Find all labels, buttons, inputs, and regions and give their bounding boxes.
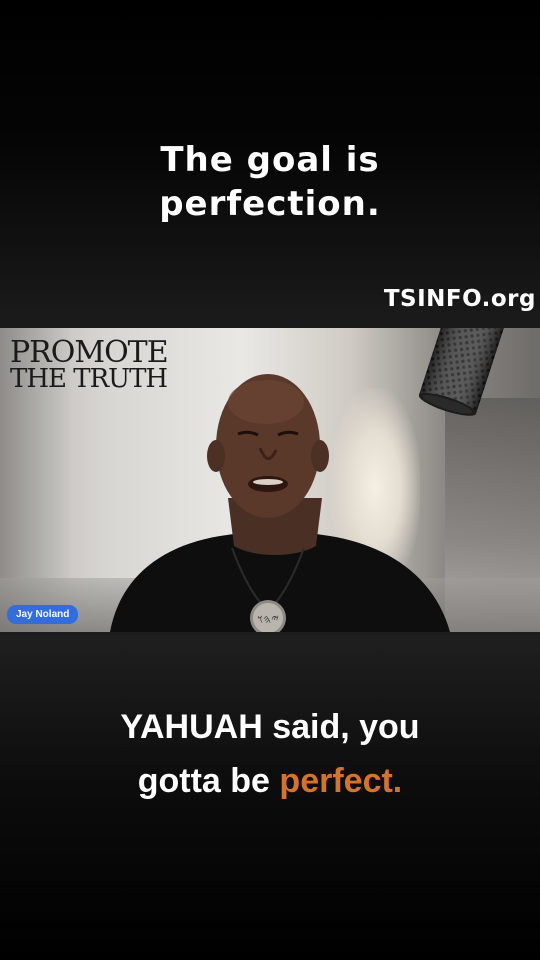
- video-player[interactable]: PROMOTE THE TRUTH 𐤉𐤄𐤅 Jay Noland: [0, 328, 540, 632]
- bottom-caption: YAHUAH said, you gotta be perfect.: [0, 700, 540, 808]
- top-caption: The goal is perfection.: [0, 138, 540, 226]
- speaker-person: 𐤉𐤄𐤅: [110, 374, 450, 632]
- participant-name-tag: Jay Noland: [7, 605, 79, 624]
- video-frame: The goal is perfection. TSINFO.org PROMO…: [0, 0, 540, 960]
- site-watermark: TSINFO.org: [383, 286, 536, 312]
- bottom-caption-line-2-prefix: gotta be: [137, 762, 280, 800]
- top-caption-line-1: The goal is: [160, 140, 380, 180]
- bottom-caption-line-2: gotta be perfect.: [0, 754, 540, 808]
- top-caption-line-2: perfection.: [159, 184, 381, 224]
- bottom-caption-highlight: perfect.: [279, 762, 403, 800]
- svg-text:𐤉𐤄𐤅: 𐤉𐤄𐤅: [257, 612, 279, 626]
- bottom-caption-line-1: YAHUAH said, you: [120, 708, 420, 746]
